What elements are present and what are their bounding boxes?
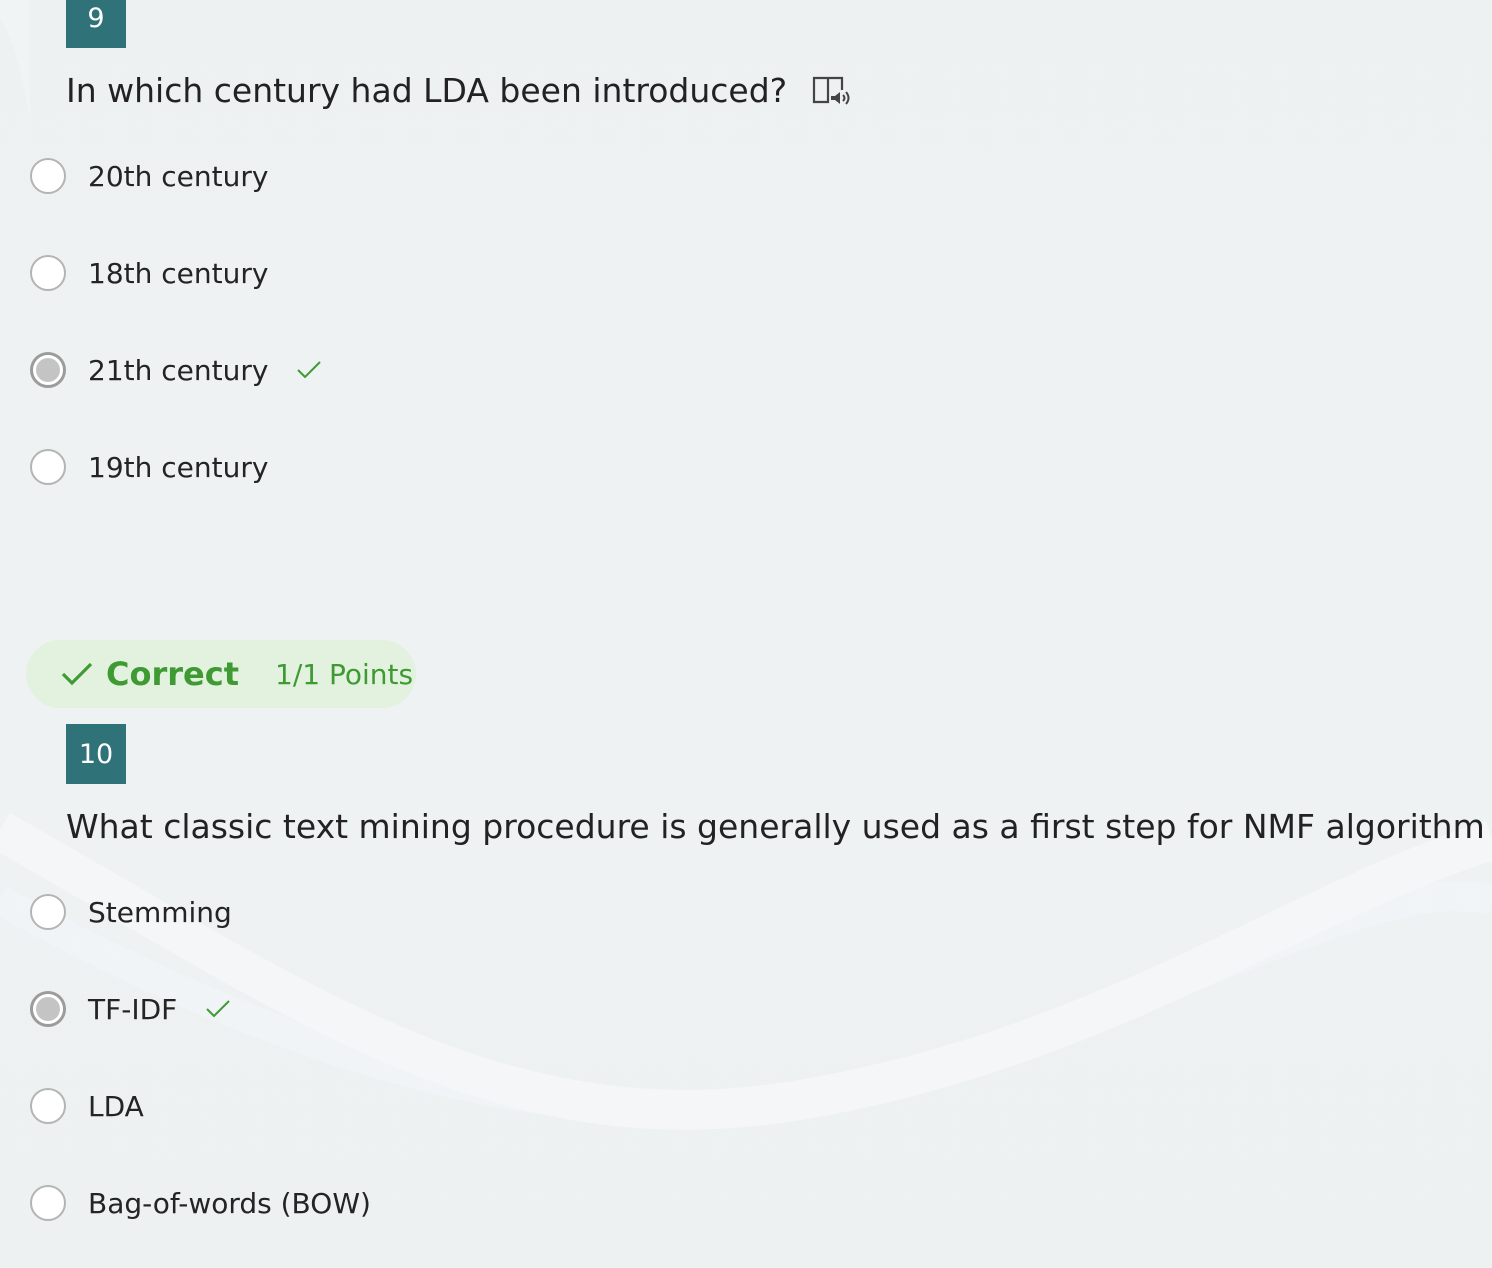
option-label: 21th century: [88, 353, 269, 387]
correct-check-icon: [61, 662, 93, 686]
option-19th-century[interactable]: 19th century: [30, 445, 268, 489]
option-tf-idf[interactable]: TF-IDF: [30, 987, 231, 1031]
question-number: 9: [87, 2, 105, 34]
option-18th-century[interactable]: 18th century: [30, 251, 268, 295]
radio-button[interactable]: [30, 894, 66, 930]
option-label: 18th century: [88, 256, 269, 290]
option-label: LDA: [88, 1089, 144, 1123]
question-text-row: What classic text mining procedure is ge…: [66, 807, 1492, 847]
option-20th-century[interactable]: 20th century: [30, 154, 268, 198]
option-label: 19th century: [88, 450, 269, 484]
immersive-reader-icon[interactable]: [811, 71, 851, 111]
option-label: Stemming: [88, 895, 232, 929]
radio-button[interactable]: [30, 1088, 66, 1124]
radio-button-selected[interactable]: [30, 352, 66, 388]
option-lda[interactable]: LDA: [30, 1084, 144, 1128]
radio-button[interactable]: [30, 449, 66, 485]
option-bag-of-words[interactable]: Bag-of-words (BOW): [30, 1181, 371, 1225]
question-text: In which century had LDA been introduced…: [66, 71, 788, 110]
radio-button[interactable]: [30, 1185, 66, 1221]
question-text-row: In which century had LDA been introduced…: [66, 71, 851, 111]
option-label: 20th century: [88, 159, 269, 193]
radio-button-selected[interactable]: [30, 991, 66, 1027]
option-label: TF-IDF: [88, 992, 178, 1026]
question-number-badge: 9: [66, 0, 126, 48]
result-label: Correct: [106, 655, 239, 693]
correct-check-icon: [206, 1000, 230, 1018]
question-text: What classic text mining procedure is ge…: [66, 807, 1485, 846]
option-21th-century[interactable]: 21th century: [30, 348, 322, 392]
option-label: Bag-of-words (BOW): [88, 1186, 371, 1220]
question-number-badge: 10: [66, 724, 126, 784]
radio-button[interactable]: [30, 158, 66, 194]
radio-button[interactable]: [30, 255, 66, 291]
correct-check-icon: [297, 361, 322, 379]
result-points: 1/1 Points: [275, 657, 414, 691]
option-stemming[interactable]: Stemming: [30, 890, 232, 934]
question-number: 10: [78, 738, 114, 770]
result-badge: Correct 1/1 Points: [26, 640, 416, 708]
